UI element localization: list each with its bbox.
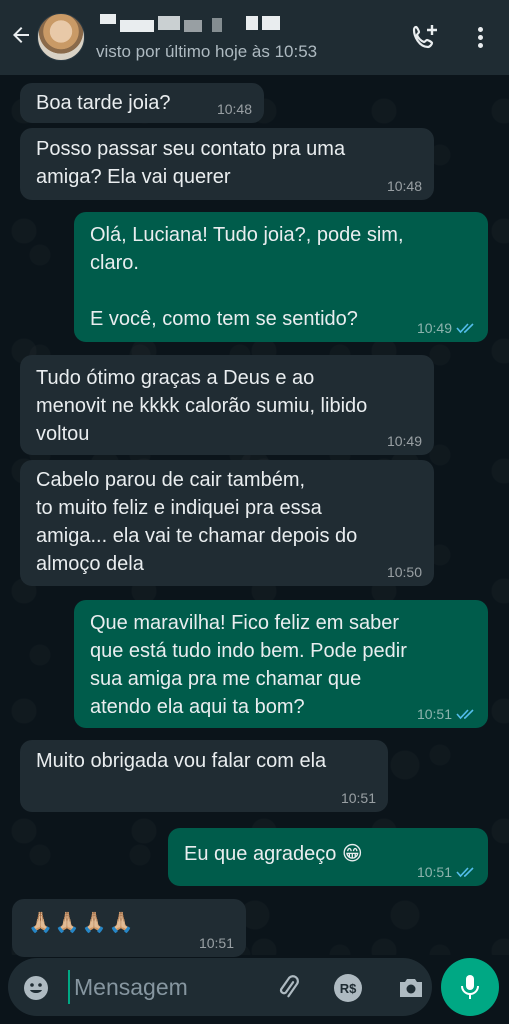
message-time: 10:51 <box>341 790 376 806</box>
message-incoming[interactable]: Posso passar seu contato pra uma amiga? … <box>20 128 434 200</box>
message-time: 10:51 <box>417 864 476 880</box>
last-seen-status: visto por último hoje às 10:53 <box>96 42 318 61</box>
camera-icon[interactable] <box>396 974 426 1002</box>
message-incoming[interactable]: Cabelo parou de cair também, to muito fe… <box>20 460 434 586</box>
message-time: 10:49 <box>417 320 476 336</box>
timestamp: 10:51 <box>416 706 452 722</box>
back-arrow-icon[interactable] <box>8 22 34 48</box>
chat-header: visto por último hoje às 10:53 <box>0 0 509 75</box>
avatar[interactable] <box>37 13 85 61</box>
timestamp: 10:49 <box>416 320 452 336</box>
message-text: Tudo ótimo graças a Deus e ao menovit ne… <box>36 367 368 445</box>
message-text: Olá, Luciana! Tudo joia?, pode sim, clar… <box>90 224 404 330</box>
timestamp: 10:48 <box>216 101 252 117</box>
message-time: 10:51 <box>199 935 234 951</box>
double-check-read-icon <box>456 867 474 878</box>
message-incoming[interactable]: 🙏🏼🙏🏼🙏🏼🙏🏼 10:51 <box>12 899 246 957</box>
timestamp: 10:48 <box>386 178 422 194</box>
timestamp: 10:51 <box>340 790 376 806</box>
message-time: 10:49 <box>387 433 422 449</box>
message-time: 10:48 <box>387 178 422 194</box>
chat-area: Boa tarde joia? 10:48 Posso passar seu c… <box>0 75 509 957</box>
message-time: 10:48 <box>217 101 252 117</box>
timestamp: 10:50 <box>386 564 422 580</box>
timestamp: 10:51 <box>198 935 234 951</box>
message-outgoing[interactable]: Olá, Luciana! Tudo joia?, pode sim, clar… <box>74 212 488 342</box>
contact-name-redacted[interactable] <box>96 12 286 34</box>
timestamp: 10:51 <box>416 864 452 880</box>
double-check-read-icon <box>456 323 474 334</box>
message-composer: R$ <box>8 958 432 1016</box>
message-outgoing[interactable]: Que maravilha! Fico feliz em saber que e… <box>74 600 488 728</box>
message-text: 🙏🏼🙏🏼🙏🏼🙏🏼 <box>28 912 136 934</box>
message-outgoing[interactable]: Eu que agradeço 😁 10:51 <box>168 828 488 886</box>
message-incoming[interactable]: Muito obrigada vou falar com ela 10:51 <box>20 740 388 812</box>
message-text: Boa tarde joia? <box>36 92 171 114</box>
attach-icon[interactable] <box>274 974 304 1002</box>
more-options-icon[interactable] <box>472 24 488 50</box>
double-check-read-icon <box>456 709 474 720</box>
message-time: 10:50 <box>387 564 422 580</box>
message-text: Que maravilha! Fico feliz em saber que e… <box>90 612 407 718</box>
timestamp: 10:49 <box>386 433 422 449</box>
message-incoming[interactable]: Boa tarde joia? 10:48 <box>20 83 264 123</box>
payment-icon[interactable]: R$ <box>334 974 362 1002</box>
payment-label: R$ <box>339 980 357 996</box>
message-text: Muito obrigada vou falar com ela <box>36 750 327 772</box>
add-call-icon[interactable] <box>410 23 440 51</box>
mic-button[interactable] <box>441 958 499 1016</box>
message-input[interactable] <box>68 970 248 1004</box>
message-text: Posso passar seu contato pra uma amiga? … <box>36 138 346 188</box>
message-time: 10:51 <box>417 706 476 722</box>
message-text: Eu que agradeço 😁 <box>184 843 363 865</box>
mic-icon <box>461 975 479 999</box>
message-incoming[interactable]: Tudo ótimo graças a Deus e ao menovit ne… <box>20 355 434 455</box>
message-text: Cabelo parou de cair também, to muito fe… <box>36 469 358 575</box>
emoji-icon[interactable] <box>22 974 50 1002</box>
